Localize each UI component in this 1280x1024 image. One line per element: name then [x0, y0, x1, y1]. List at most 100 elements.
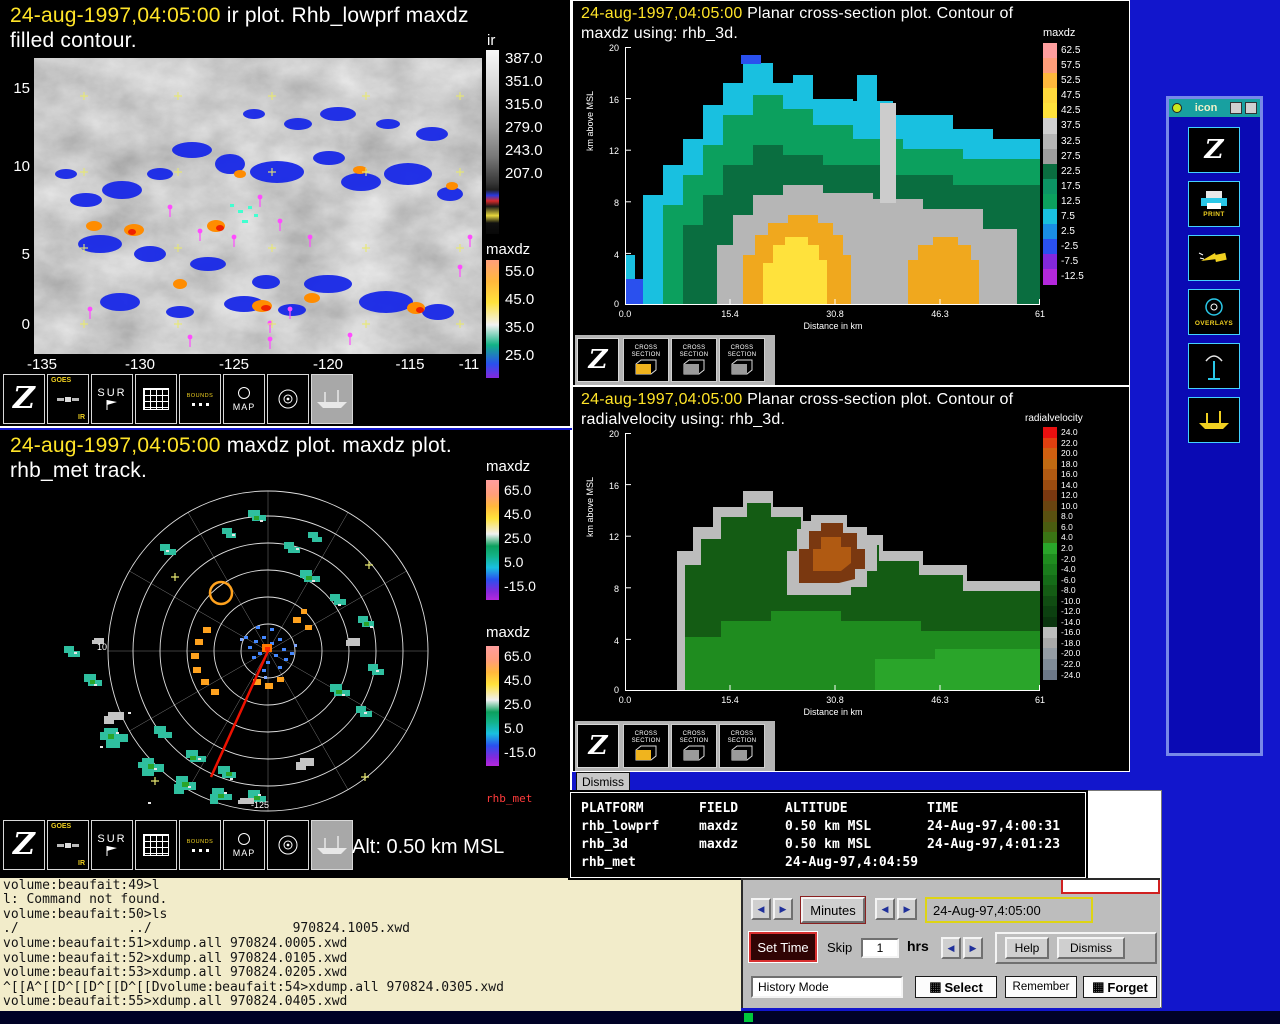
- skip-decrement-button[interactable]: ◀: [941, 937, 961, 959]
- window-title-line2: filled contour.: [10, 29, 137, 53]
- grid-button[interactable]: [135, 374, 177, 424]
- window-menu-icon[interactable]: [1172, 103, 1182, 113]
- colorbar-value: -18.0: [1057, 638, 1080, 649]
- contour-orange-right: [908, 237, 979, 305]
- colorbar-row: 10.0: [1043, 501, 1080, 512]
- cube-icon: [635, 745, 657, 761]
- skip-increment-button[interactable]: ▶: [963, 937, 983, 959]
- goes-ir-button[interactable]: GOES IR: [47, 820, 89, 870]
- maxdz-colorbar: 62.5 57.5 52.5 47.5 42.5: [1043, 43, 1084, 285]
- colorbar-value: -16.0: [1057, 627, 1080, 638]
- y-tick: 15: [4, 80, 30, 97]
- step-back-button[interactable]: ◀: [875, 898, 895, 920]
- forget-button[interactable]: ▦ Forget: [1083, 976, 1157, 998]
- goes-ir-button[interactable]: GOES IR: [47, 374, 89, 424]
- xsection-maxdz-plot[interactable]: [625, 47, 1040, 305]
- colorbar-value: 57.5: [1057, 58, 1080, 73]
- grid-button[interactable]: [135, 820, 177, 870]
- map-button[interactable]: MAP: [223, 820, 265, 870]
- range-rings-button[interactable]: [267, 374, 309, 424]
- step-back-button[interactable]: ◀: [751, 898, 771, 920]
- ship-button[interactable]: [311, 820, 353, 870]
- select-button[interactable]: ▦ Select: [915, 976, 997, 998]
- map-button[interactable]: MAP: [223, 374, 265, 424]
- colorbar-row: 2.5: [1043, 224, 1084, 239]
- step-forward-button[interactable]: ▶: [897, 898, 917, 920]
- antenna-icon-button[interactable]: [1188, 343, 1240, 389]
- radar-ppi-display[interactable]: [8, 486, 480, 816]
- remember-button[interactable]: Remember: [1005, 976, 1077, 998]
- colorbar-value: -22.0: [1057, 659, 1080, 670]
- cross-section-button[interactable]: CROSS SECTION: [719, 338, 765, 382]
- partial-time-box: [1061, 880, 1160, 894]
- iconify-button[interactable]: [1230, 102, 1242, 114]
- field-cell: [699, 854, 785, 872]
- zebra-menu-button[interactable]: Z: [577, 724, 619, 768]
- boundaries-button[interactable]: BOUNDS: [179, 820, 221, 870]
- history-mode-field[interactable]: History Mode: [751, 976, 903, 998]
- title-timestamp: 24-aug-1997,04:05:00: [10, 434, 221, 457]
- zebra-menu-button[interactable]: Z: [3, 374, 45, 424]
- colorbar-row: 20.0: [1043, 448, 1080, 459]
- boundaries-button[interactable]: BOUNDS: [179, 374, 221, 424]
- colorbar-value: 25.0: [504, 696, 536, 720]
- surface-data-button[interactable]: SUR: [91, 374, 133, 424]
- cross-section-button[interactable]: CROSS SECTION: [623, 724, 669, 768]
- x-tick: -120: [308, 356, 348, 373]
- xsection-velocity-plot[interactable]: [625, 433, 1040, 691]
- current-time-field[interactable]: 24-Aug-97,4:05:00: [925, 897, 1093, 923]
- x-tick: 46.3: [920, 309, 960, 319]
- ir-satellite-image[interactable]: [34, 58, 482, 354]
- latlon-grid-marks: [34, 58, 482, 354]
- colorbar-value: 2.0: [1057, 543, 1073, 554]
- cross-section-button[interactable]: CROSS SECTION: [671, 338, 717, 382]
- x-tick: -11: [452, 356, 486, 373]
- platform-status-table: PLATFORMFIELDALTITUDETIME rhb_lowprf max…: [570, 792, 1086, 878]
- range-rings-button[interactable]: [267, 820, 309, 870]
- cross-section-button[interactable]: CROSS SECTION: [623, 338, 669, 382]
- zebra-shell-icon-button[interactable]: Z: [1188, 127, 1240, 173]
- velocity-colorbar: 24.0 22.0 20.0 18.0 16.0: [1043, 427, 1080, 680]
- flashlight-icon-button[interactable]: [1188, 235, 1240, 281]
- terminal-window[interactable]: l: Command not found.volume:beaufait:49>…: [0, 878, 741, 1011]
- y-tick: 4: [601, 250, 619, 260]
- map-circle-icon: [238, 833, 250, 845]
- dismiss-button[interactable]: Dismiss: [1057, 937, 1125, 959]
- colorbar-value: 12.0: [1057, 490, 1078, 501]
- dismiss-button[interactable]: Dismiss: [576, 772, 630, 791]
- surface-data-button[interactable]: SUR: [91, 820, 133, 870]
- colorbar-value: 52.5: [1057, 73, 1080, 88]
- y-axis-label: km above MSL: [585, 91, 595, 151]
- colorbar-label: maxdz: [486, 458, 530, 475]
- colorbar-value: -12.0: [1057, 606, 1080, 617]
- colorbar-value: -14.0: [1057, 617, 1080, 628]
- colorbar-value: 55.0: [505, 263, 534, 291]
- colorbar-swatch: [1043, 659, 1057, 670]
- colorbar-row: -22.0: [1043, 659, 1080, 670]
- terminal-line: volume:beaufait:53>xdump.all 970824.0205…: [3, 966, 738, 981]
- colorbar-value: 7.5: [1057, 209, 1075, 224]
- ship-icon-button[interactable]: [1188, 397, 1240, 443]
- maximize-button[interactable]: [1245, 102, 1257, 114]
- set-time-button[interactable]: Set Time: [749, 932, 817, 962]
- icon-window-titlebar[interactable]: icon: [1169, 99, 1260, 117]
- ship-button[interactable]: [311, 374, 353, 424]
- track-platform-label: rhb_met: [486, 792, 532, 805]
- skip-input[interactable]: [861, 938, 899, 958]
- grid-icon: [143, 388, 169, 410]
- overlays-icon-button[interactable]: OVERLAYS: [1188, 289, 1240, 335]
- map-circle-icon: [238, 387, 250, 399]
- colorbar-swatch: [1043, 164, 1057, 179]
- step-forward-button[interactable]: ▶: [773, 898, 793, 920]
- colorbar-value: 207.0: [505, 165, 543, 188]
- colorbar-value: 5.0: [504, 720, 536, 744]
- zebra-menu-button[interactable]: Z: [577, 338, 619, 382]
- ir-colorbar: [486, 50, 499, 234]
- colorbar-row: 47.5: [1043, 88, 1084, 103]
- help-button[interactable]: Help: [1005, 937, 1049, 959]
- zebra-menu-button[interactable]: Z: [3, 820, 45, 870]
- cross-section-button[interactable]: CROSS SECTION: [671, 724, 717, 768]
- cross-section-button[interactable]: CROSS SECTION: [719, 724, 765, 768]
- print-icon-button[interactable]: PRINT: [1188, 181, 1240, 227]
- minutes-button[interactable]: Minutes: [801, 897, 865, 923]
